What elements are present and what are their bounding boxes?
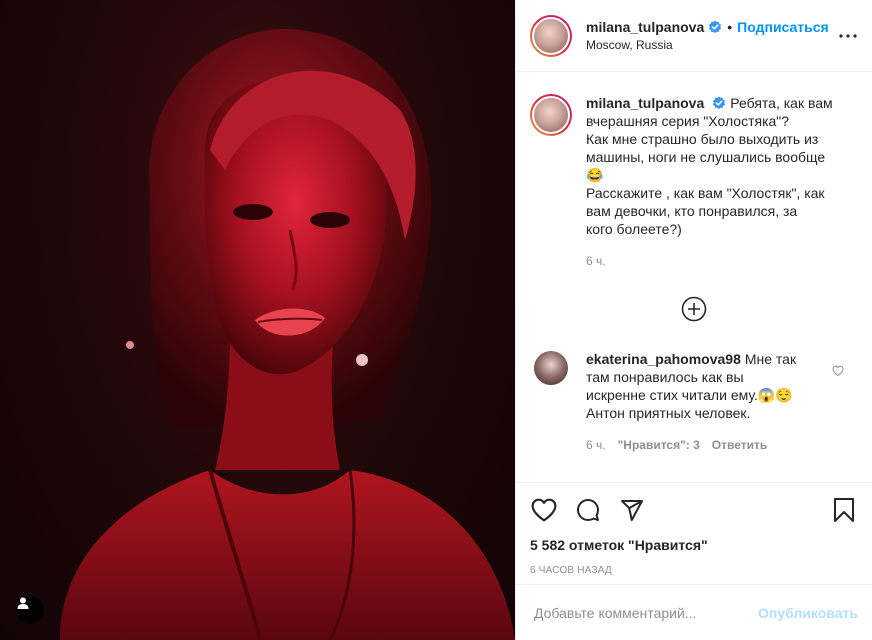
comment-likes-count[interactable]: "Нравится": 3	[618, 438, 700, 452]
verified-badge-icon	[713, 96, 726, 110]
share-button[interactable]	[618, 496, 646, 524]
load-more-comments-button[interactable]	[530, 296, 858, 322]
verified-badge-icon	[709, 20, 722, 34]
comment-meta: 6 ч. "Нравится": 3 Ответить	[586, 438, 836, 452]
caption-line: вчерашняя серия "Холостяка"?	[586, 113, 790, 129]
caption-line: 😂	[586, 167, 604, 183]
save-button[interactable]	[830, 496, 858, 524]
caption-line: Расскажите , как вам "Холостяк", как	[586, 185, 825, 201]
heart-icon	[832, 365, 844, 377]
post-photo[interactable]	[0, 0, 515, 640]
comment-line: там понравилось как вы	[586, 369, 744, 385]
comment-text: ekaterina_pahomova98 Мне так там понравил…	[586, 350, 836, 422]
caption-timestamp[interactable]: 6 ч.	[586, 254, 847, 268]
caption-line: Как мне страшно было выходить из	[586, 131, 819, 147]
bookmark-icon	[834, 498, 854, 522]
share-icon	[621, 500, 643, 521]
likes-count[interactable]: 5 582 отметок "Нравится"	[530, 537, 858, 553]
caption-line: Ребята, как вам	[730, 95, 833, 111]
load-more-plus-icon	[681, 296, 707, 322]
comment-line: Мне так	[744, 351, 797, 367]
author-avatar[interactable]	[530, 14, 572, 57]
post-location[interactable]: Moscow, Russia	[586, 38, 836, 52]
author-username[interactable]: milana_tulpanova	[586, 19, 704, 35]
comment-icon	[577, 499, 599, 521]
portrait-image	[60, 29, 515, 640]
post-details-panel: milana_tulpanova • Подписаться Moscow, R…	[515, 0, 872, 640]
caption-author-avatar[interactable]	[530, 94, 572, 136]
caption-line: кого болеете?)	[586, 221, 682, 237]
comment-reply-button[interactable]: Ответить	[712, 438, 767, 452]
add-comment-bar: Опубликовать	[516, 584, 872, 640]
comment-like-button[interactable]	[832, 364, 844, 382]
tagged-user-icon	[17, 597, 29, 609]
caption-line: машины, ноги не слушались вообще	[586, 149, 826, 165]
like-button[interactable]	[530, 496, 558, 524]
comment-item: ekaterina_pahomova98 Мне так там понравил…	[530, 350, 858, 452]
more-options-icon	[839, 33, 857, 38]
tagged-user-button[interactable]	[16, 596, 44, 624]
commenter-username[interactable]: ekaterina_pahomova98	[586, 351, 741, 367]
follow-button[interactable]: Подписаться	[737, 19, 829, 35]
comments-section: milana_tulpanova Ребята, как вам вчерашн…	[516, 72, 872, 482]
heart-icon	[531, 498, 557, 522]
post-caption: milana_tulpanova Ребята, как вам вчерашн…	[530, 94, 858, 268]
caption-text: milana_tulpanova Ребята, как вам вчерашн…	[586, 94, 847, 238]
comment-button[interactable]	[574, 496, 602, 524]
post-time-ago[interactable]: 6 часов назад	[530, 565, 858, 576]
publish-button[interactable]: Опубликовать	[758, 605, 858, 621]
comment-line: Антон приятных человек.	[586, 405, 751, 421]
comment-timestamp[interactable]: 6 ч.	[586, 438, 606, 452]
post-actions: 5 582 отметок "Нравится" 6 часов назад	[516, 482, 872, 576]
post-header: milana_tulpanova • Подписаться Moscow, R…	[516, 0, 872, 72]
caption-username[interactable]: milana_tulpanova	[586, 95, 704, 111]
comment-input[interactable]	[534, 604, 759, 621]
commenter-avatar[interactable]	[534, 351, 568, 385]
caption-line: вам девочки, кто понравился, за	[586, 203, 798, 219]
separator-dot: •	[727, 19, 733, 35]
more-options-button[interactable]	[836, 24, 860, 48]
comment-line: искренне стих читали ему.😱😌	[586, 387, 793, 403]
